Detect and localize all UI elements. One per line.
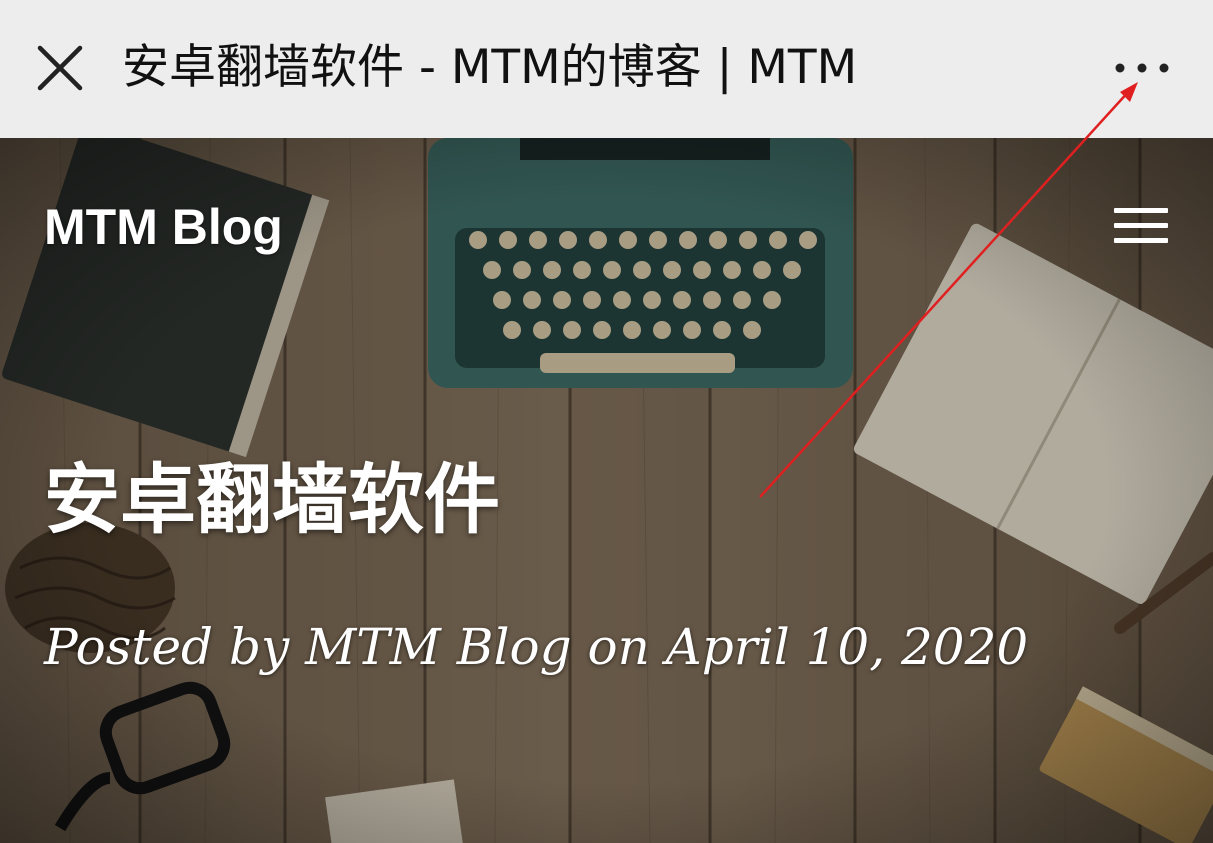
- post-meta: Posted by MTM Blog on April 10, 2020: [44, 618, 1029, 676]
- more-horizontal-icon: [1115, 63, 1169, 73]
- more-options-button[interactable]: [1104, 44, 1180, 92]
- post-title: 安卓翻墙软件: [44, 455, 500, 544]
- page-title: 安卓翻墙软件 - MTM的博客 | MTM: [122, 40, 858, 95]
- browser-top-bar: 安卓翻墙软件 - MTM的博客 | MTM: [0, 0, 1213, 138]
- site-brand-link[interactable]: MTM Blog: [44, 198, 283, 256]
- menu-toggle-button[interactable]: [1112, 205, 1170, 247]
- browser-frame: 安卓翻墙软件 - MTM的博客 | MTM MTM Blog 安卓翻墙软件 Po…: [0, 0, 1213, 843]
- close-button[interactable]: [30, 38, 90, 98]
- hamburger-menu-icon: [1114, 208, 1168, 243]
- close-icon: [37, 45, 83, 91]
